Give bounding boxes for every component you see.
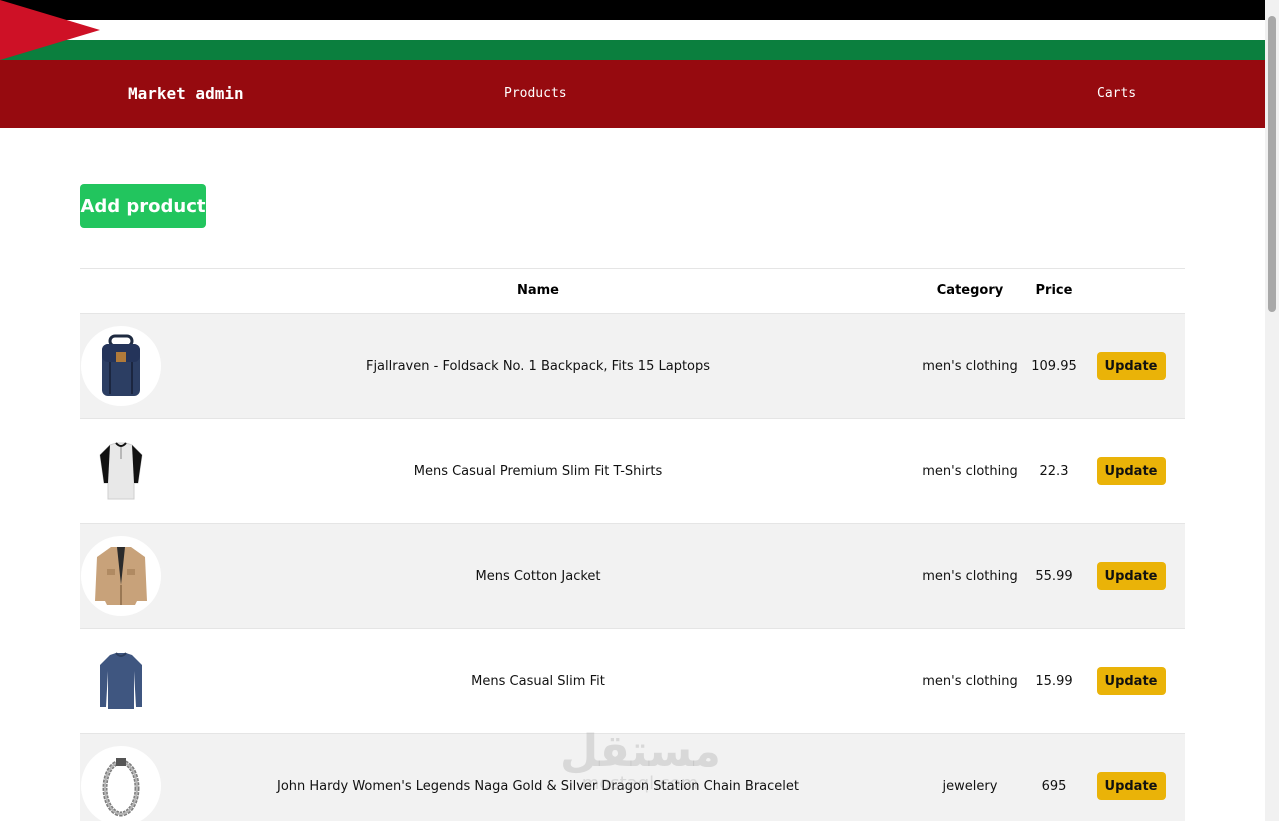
- table-row: John Hardy Women's Legends Naga Gold & S…: [80, 734, 1185, 821]
- product-price: 109.95: [1031, 358, 1077, 374]
- table-row: Fjallraven - Foldsack No. 1 Backpack, Fi…: [80, 314, 1185, 419]
- column-header-price: Price: [1035, 283, 1073, 298]
- product-name: Fjallraven - Foldsack No. 1 Backpack, Fi…: [365, 358, 711, 374]
- scrollbar-thumb[interactable]: [1268, 16, 1276, 312]
- product-price: 15.99: [1035, 673, 1073, 689]
- longsleeve-image: [81, 641, 161, 721]
- flag-black-stripe: [0, 0, 1265, 20]
- flag-banner: [0, 0, 1265, 60]
- product-category: jewelery: [942, 778, 998, 794]
- bracelet-image: [81, 746, 161, 821]
- navbar: Market admin Products Carts: [0, 60, 1265, 128]
- nav-link-products[interactable]: Products: [504, 86, 567, 101]
- product-price: 55.99: [1035, 568, 1073, 584]
- flag-white-stripe: [0, 20, 1265, 40]
- table-row: Mens Casual Premium Slim Fit T-Shirts me…: [80, 419, 1185, 524]
- column-header-category: Category: [936, 283, 1004, 298]
- add-product-button[interactable]: Add product: [80, 184, 206, 228]
- product-price: 22.3: [1039, 463, 1069, 479]
- product-name: Mens Cotton Jacket: [475, 568, 601, 584]
- update-button[interactable]: Update: [1096, 667, 1166, 695]
- product-price: 695: [1041, 778, 1067, 794]
- product-name: Mens Casual Slim Fit: [471, 673, 605, 689]
- jacket-image: [81, 536, 161, 616]
- table-header: Name Category Price: [80, 268, 1185, 314]
- products-table: Name Category Price Fjallraven - Foldsac…: [80, 268, 1185, 821]
- product-category: men's clothing: [922, 568, 1018, 584]
- tshirt-image: [81, 431, 161, 511]
- product-category: men's clothing: [922, 673, 1018, 689]
- backpack-image: [81, 326, 161, 406]
- table-row: Mens Casual Slim Fit men's clothing 15.9…: [80, 629, 1185, 734]
- column-header-name: Name: [516, 283, 559, 298]
- product-category: men's clothing: [922, 358, 1018, 374]
- product-name: John Hardy Women's Legends Naga Gold & S…: [277, 778, 799, 794]
- flag-red-triangle: [0, 0, 100, 60]
- update-button[interactable]: Update: [1096, 352, 1166, 380]
- update-button[interactable]: Update: [1096, 562, 1166, 590]
- update-button[interactable]: Update: [1096, 772, 1166, 800]
- update-button[interactable]: Update: [1096, 457, 1166, 485]
- flag-green-stripe: [0, 40, 1265, 60]
- vertical-scrollbar[interactable]: [1265, 0, 1279, 821]
- brand-title[interactable]: Market admin: [128, 84, 244, 103]
- table-row: Mens Cotton Jacket men's clothing 55.99 …: [80, 524, 1185, 629]
- nav-link-carts[interactable]: Carts: [1097, 86, 1136, 101]
- product-name: Mens Casual Premium Slim Fit T-Shirts: [413, 463, 663, 479]
- product-category: men's clothing: [922, 463, 1018, 479]
